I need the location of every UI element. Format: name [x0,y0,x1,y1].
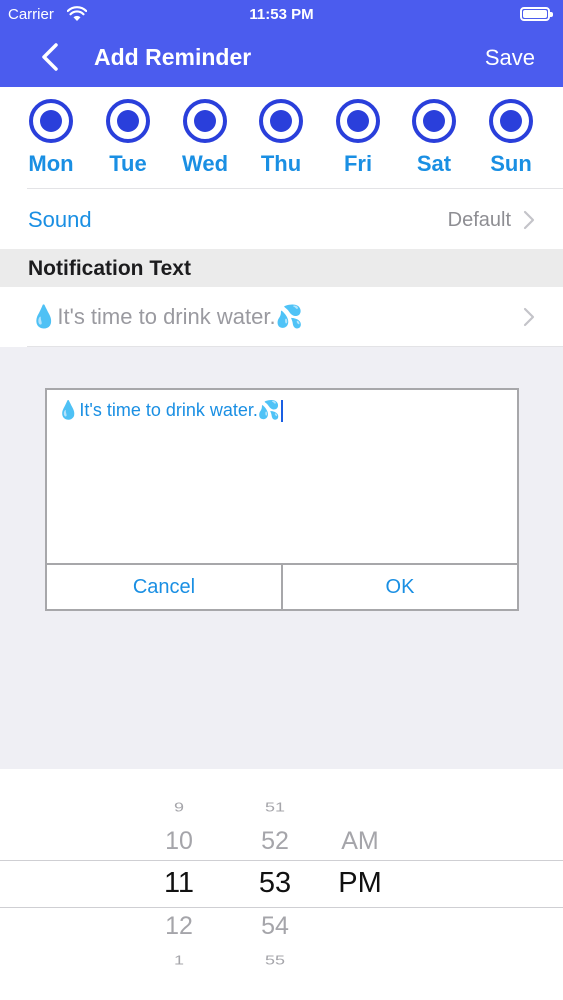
day-label: Thu [260,151,302,176]
minute-option[interactable]: 55 [235,953,315,968]
status-bar: Carrier 11:53 PM [0,0,563,30]
day-label: Mon [28,151,74,176]
day-label: Sun [490,151,532,176]
minute-option[interactable]: 52 [235,827,315,856]
period-wheel[interactable]: AM PM [320,769,400,1000]
day-toggle-tue[interactable]: Tue [98,99,158,177]
day-toggle-sat[interactable]: Sat [404,99,464,177]
day-toggle-sun[interactable]: Sun [481,99,541,177]
hour-option[interactable]: 12 [139,912,219,941]
chevron-right-icon [523,210,535,230]
day-label: Wed [181,151,229,176]
radio-selected-icon [412,99,456,143]
nav-bar: Add Reminder Save [0,30,563,87]
page-title: Add Reminder [94,44,252,70]
hour-option[interactable]: 10 [139,827,219,856]
period-option[interactable]: AM [320,827,400,856]
ok-button[interactable]: OK [281,565,517,609]
sound-label: Sound [28,207,92,232]
day-toggle-wed[interactable]: Wed [175,99,235,177]
save-button[interactable]: Save [485,45,535,71]
cancel-button[interactable]: Cancel [47,565,281,609]
divider [27,346,563,347]
day-label: Tue [109,151,147,176]
time-picker[interactable]: 9 10 11 12 1 51 52 53 54 55 AM PM [0,769,563,1000]
period-option-selected[interactable]: PM [320,867,400,900]
status-time: 11:53 PM [249,6,314,23]
radio-selected-icon [106,99,150,143]
section-header: Notification Text [0,249,563,287]
radio-selected-icon [183,99,227,143]
input-text: 💧It's time to drink water.💦 [57,400,281,420]
section-title: Notification Text [28,257,191,280]
radio-selected-icon [336,99,380,143]
text-caret [281,400,284,423]
minute-option[interactable]: 51 [235,800,315,815]
sound-value: Default [447,209,511,231]
hour-option[interactable]: 9 [139,800,219,815]
notification-text-row[interactable]: 💧It's time to drink water.💦 [0,287,563,347]
sound-row[interactable]: Sound Default [0,189,563,249]
hour-option[interactable]: 1 [139,953,219,968]
day-toggle-mon[interactable]: Mon [21,99,81,177]
header: Carrier 11:53 PM Add Reminder Save [0,0,563,87]
day-toggle-thu[interactable]: Thu [251,99,311,177]
day-label: Fri [343,151,373,176]
dialog-buttons: Cancel OK [47,563,517,609]
edit-text-dialog: 💧It's time to drink water.💦 Cancel OK [45,388,519,611]
notification-text-value: 💧It's time to drink water.💦 [30,304,303,329]
chevron-right-icon [523,307,535,327]
hour-option-selected[interactable]: 11 [139,867,219,900]
radio-selected-icon [259,99,303,143]
chevron-left-icon[interactable] [38,43,62,71]
minute-wheel[interactable]: 51 52 53 54 55 [235,769,315,1000]
minute-option[interactable]: 54 [235,912,315,941]
radio-selected-icon [29,99,73,143]
notification-text-input[interactable]: 💧It's time to drink water.💦 [47,390,517,563]
days-section: Mon Tue Wed Thu Fri Sat Sun Sound Defaul… [0,87,563,249]
radio-selected-icon [489,99,533,143]
day-toggle-fri[interactable]: Fri [328,99,388,177]
battery-icon [520,7,553,21]
minute-option-selected[interactable]: 53 [235,867,315,900]
day-label: Sat [416,151,452,176]
hour-wheel[interactable]: 9 10 11 12 1 [139,769,219,1000]
